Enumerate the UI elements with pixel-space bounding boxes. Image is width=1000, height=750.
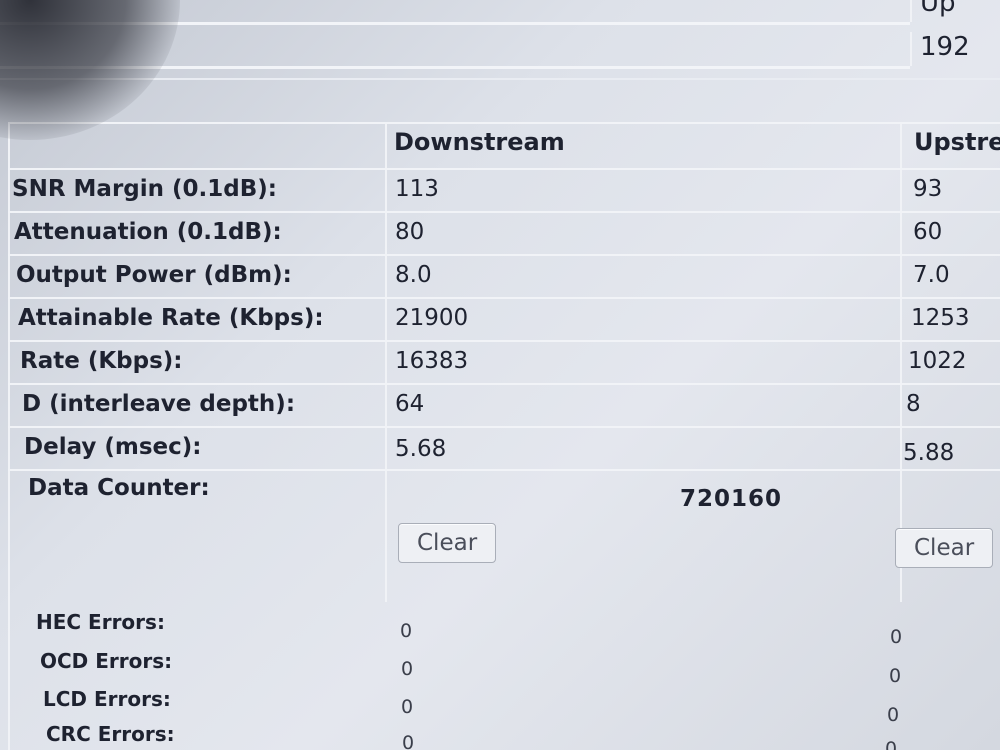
dsl-statistics-screen: Up 192 Downstream Upstre SNR Margin (0.1…	[0, 0, 1000, 750]
error-up-lcd: 0	[887, 704, 900, 726]
stat-row-delay: Delay (msec): 5.68 5.88	[8, 426, 1000, 468]
error-up-hec: 0	[890, 626, 903, 648]
stat-up: 93	[913, 176, 943, 202]
error-up-crc: 0	[885, 738, 898, 750]
error-label-hec: HEC Errors:	[36, 610, 165, 634]
top-divider	[0, 22, 910, 25]
stat-up: 1022	[908, 348, 967, 374]
stat-down: 80	[395, 219, 425, 245]
error-down-lcd: 0	[401, 696, 414, 718]
top-table: Up 192	[0, 0, 1000, 80]
stat-label: D (interleave depth):	[22, 391, 296, 417]
error-up-ocd: 0	[889, 665, 902, 687]
data-counter-label: Data Counter:	[28, 475, 210, 501]
error-down-crc: 0	[402, 732, 415, 750]
stat-row-attenuation: Attenuation (0.1dB): 80 60	[8, 211, 1000, 253]
stat-row-output-power: Output Power (dBm): 8.0 7.0	[8, 254, 1000, 296]
clear-downstream-button[interactable]: Clear	[398, 523, 497, 563]
stat-down: 5.68	[395, 436, 447, 462]
stat-label: Rate (Kbps):	[20, 348, 183, 374]
data-counter-row: Data Counter:	[8, 469, 1000, 609]
top-divider	[0, 78, 1000, 80]
stat-label: Attenuation (0.1dB):	[14, 219, 282, 245]
stat-up: 7.0	[913, 262, 950, 288]
top-divider	[0, 66, 910, 69]
stat-down: 64	[395, 391, 425, 417]
stat-down: 16383	[395, 348, 469, 374]
stat-label: Output Power (dBm):	[16, 262, 292, 288]
stat-down: 113	[395, 176, 439, 202]
stat-up: 1253	[911, 305, 970, 331]
stat-label: Delay (msec):	[24, 434, 202, 460]
data-counter-value: 720160	[680, 486, 783, 512]
error-label-lcd: LCD Errors:	[43, 687, 171, 711]
clear-upstream-button[interactable]: Clear	[895, 528, 994, 568]
header-upstream: Upstre	[914, 128, 1000, 156]
stat-up: 60	[913, 219, 943, 245]
stat-label: Attainable Rate (Kbps):	[18, 305, 324, 331]
table-header-row: Downstream Upstre	[8, 122, 1000, 168]
top-value-up: 192	[910, 32, 1000, 66]
stat-down: 8.0	[395, 262, 432, 288]
stat-up: 5.88	[903, 440, 955, 466]
stat-up: 8	[906, 391, 921, 417]
stat-row-rate: Rate (Kbps): 16383 1022	[8, 340, 1000, 382]
stat-down: 21900	[395, 305, 469, 331]
error-label-crc: CRC Errors:	[46, 722, 175, 746]
top-header-up: Up	[910, 0, 1000, 22]
error-down-ocd: 0	[401, 658, 414, 680]
header-downstream: Downstream	[394, 128, 565, 156]
error-label-ocd: OCD Errors:	[40, 649, 173, 673]
stat-row-attainable-rate: Attainable Rate (Kbps): 21900 1253	[8, 297, 1000, 339]
stat-label: SNR Margin (0.1dB):	[12, 176, 277, 202]
error-down-hec: 0	[400, 620, 413, 642]
stat-row-snr: SNR Margin (0.1dB): 113 93	[8, 168, 1000, 210]
stat-row-interleave: D (interleave depth): 64 8	[8, 383, 1000, 425]
